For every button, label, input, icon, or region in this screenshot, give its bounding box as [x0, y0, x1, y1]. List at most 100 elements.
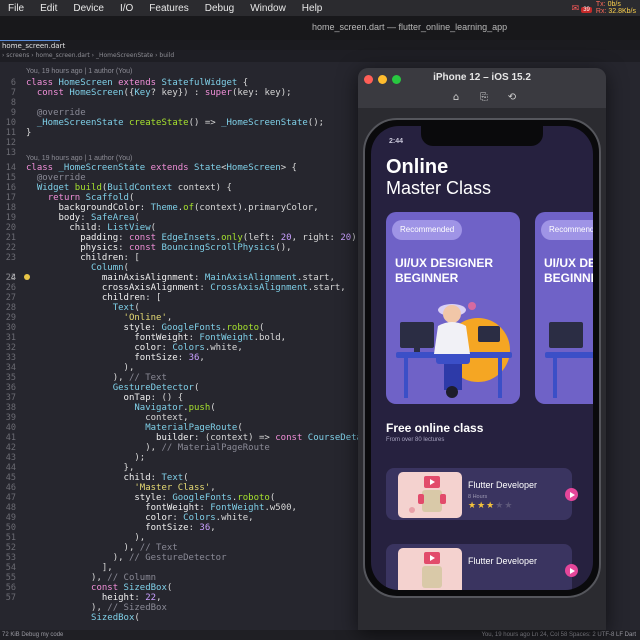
menu-help[interactable]: Help [294, 3, 331, 14]
code-line: style: GoogleFonts.roboto( [134, 493, 276, 503]
code-line: height: 22, [101, 593, 162, 603]
code-line: children: [ [80, 253, 140, 263]
rotate-icon[interactable]: ⟲ [506, 92, 518, 104]
star-empty-icon: ★ [504, 501, 514, 511]
line-number: 36 [5, 383, 16, 393]
code-line: _HomeScreenState createState() => _HomeS… [36, 118, 325, 128]
course-name: Flutter Developer [468, 480, 538, 490]
menu-file[interactable]: File [0, 3, 32, 14]
rx-value: 32.8Kb/s [608, 8, 636, 15]
code-line: const SizedBox( [91, 583, 173, 593]
section-title: Free online class [386, 421, 484, 435]
code-line: ), [26, 363, 135, 373]
menu-features[interactable]: Features [141, 3, 196, 14]
course-card[interactable]: Recommended UI/UX DESIGNER BEGINNER [386, 212, 520, 404]
home-icon[interactable]: ⌂ [450, 92, 462, 104]
code-line: return Scaffold( [47, 193, 135, 203]
line-number: 41 [5, 433, 16, 443]
section-subtitle: From over 80 lectures [386, 437, 445, 443]
code-line: child: Text( [123, 473, 189, 483]
code-line: Text( [112, 303, 140, 313]
code-line: Column( [91, 263, 129, 273]
code-line: const HomeScreen({Key? key}) : super(key… [36, 88, 292, 98]
line-number: 39 [5, 413, 16, 423]
code-line: body: SafeArea( [58, 213, 140, 223]
menu-io[interactable]: I/O [112, 3, 141, 14]
code-line: padding: const EdgeInsets.only(left: 20,… [80, 233, 363, 243]
line-number: 13 [5, 148, 16, 158]
designer-illustration [545, 322, 593, 398]
line-number: 11 [5, 128, 16, 138]
status-left[interactable]: 72 KiB Debug my code [2, 630, 63, 640]
code-line: Widget build(BuildContext context) { [36, 183, 232, 193]
phone-notch [421, 126, 543, 146]
rating-stars: ★★★★★ [468, 501, 513, 511]
line-number: 29 [5, 313, 16, 323]
line-number: 48 [5, 503, 16, 513]
menu-debug[interactable]: Debug [197, 3, 242, 14]
line-number: 16 [5, 183, 16, 193]
code-line: color: Colors.white, [134, 343, 243, 353]
notification-count: 39 [581, 6, 592, 13]
menu-device[interactable]: Device [65, 3, 112, 14]
line-number: 31 [5, 333, 16, 343]
code-line: fontWeight: FontWeight.bold, [134, 333, 287, 343]
line-number: 37 [5, 393, 16, 403]
star-filled-icon: ★ [468, 501, 478, 511]
line-number: 28 [5, 303, 16, 313]
code-line: ), // Text [26, 543, 178, 553]
network-monitor[interactable]: Tx: 0b/s Rx: 32.8Kb/s [592, 1, 640, 15]
line-number: 35 [5, 373, 16, 383]
course-card[interactable]: Recommended UI/UX DESIGNER BEGINNER [535, 212, 593, 404]
git-blame-annotation: You, 19 hours ago | 1 author (You) [26, 155, 133, 162]
line-number: 26 [5, 283, 16, 293]
line-number: 12 [5, 138, 16, 148]
notification-icon[interactable]: ✉ 39 [572, 3, 592, 14]
app-title-line1: Online [386, 156, 449, 178]
code-line: style: GoogleFonts.roboto( [123, 323, 265, 333]
code-line: backgroundColor: Theme.of(context).prima… [58, 203, 319, 213]
designer-illustration [396, 302, 512, 398]
line-number: 55 [5, 573, 16, 583]
play-icon[interactable] [565, 488, 578, 501]
rx-label: Rx: [595, 8, 607, 15]
code-line: @override [36, 108, 86, 118]
line-number: 50 [5, 523, 16, 533]
code-line: ), // SizedBox [26, 603, 167, 613]
card-title: UI/UX DESIGNER BEGINNER [544, 256, 593, 285]
status-right[interactable]: You, 19 hours ago Ln 24, Col 58 Spaces: … [481, 630, 636, 640]
breadcrumb[interactable]: › screens › home_screen.dart › _HomeScre… [0, 50, 640, 62]
line-number: 30 [5, 323, 16, 333]
code-line: child: ListView( [69, 223, 157, 233]
line-number: 42 [5, 443, 16, 453]
line-number: 9 [10, 108, 16, 118]
code-line: crossAxisAlignment: CrossAxisAlignment.s… [101, 283, 346, 293]
app-screen[interactable]: 2:44 Online Master Class Recommended UI/… [371, 126, 593, 590]
code-line: MaterialPageRoute( [145, 423, 243, 433]
menu-window[interactable]: Window [242, 3, 294, 14]
screenshot-icon[interactable]: ⎘ [478, 92, 490, 104]
course-list-item[interactable]: Flutter Developer [386, 544, 578, 590]
line-number: 47 [5, 493, 16, 503]
line-number: 57 [5, 593, 16, 603]
line-number: 8 [10, 98, 16, 108]
line-number: 20 [5, 223, 16, 233]
star-filled-icon: ★ [486, 501, 496, 511]
play-icon[interactable] [565, 564, 578, 577]
code-line: ), // GestureDetector [26, 553, 227, 563]
code-line: } [26, 128, 32, 138]
line-number: 54 [5, 563, 16, 573]
line-number: 52 [5, 543, 16, 553]
line-number: 40 [5, 423, 16, 433]
app-title-line2[interactable]: Master Class [386, 178, 491, 199]
code-line: @override [36, 173, 86, 183]
menu-edit[interactable]: Edit [32, 3, 65, 14]
code-line: color: Colors.white, [145, 513, 254, 523]
code-line: children: [ [101, 293, 162, 303]
simulator-title: iPhone 12 – iOS 15.2 [433, 72, 531, 83]
line-number: 25 [5, 273, 16, 283]
tab-home-screen[interactable]: home_screen.dart [0, 40, 65, 50]
course-list-item[interactable]: Flutter Developer 8 Hours ★★★★★ [386, 468, 578, 520]
code-line: 'Online', [123, 313, 173, 323]
recommended-badge: Recommended [541, 220, 593, 240]
